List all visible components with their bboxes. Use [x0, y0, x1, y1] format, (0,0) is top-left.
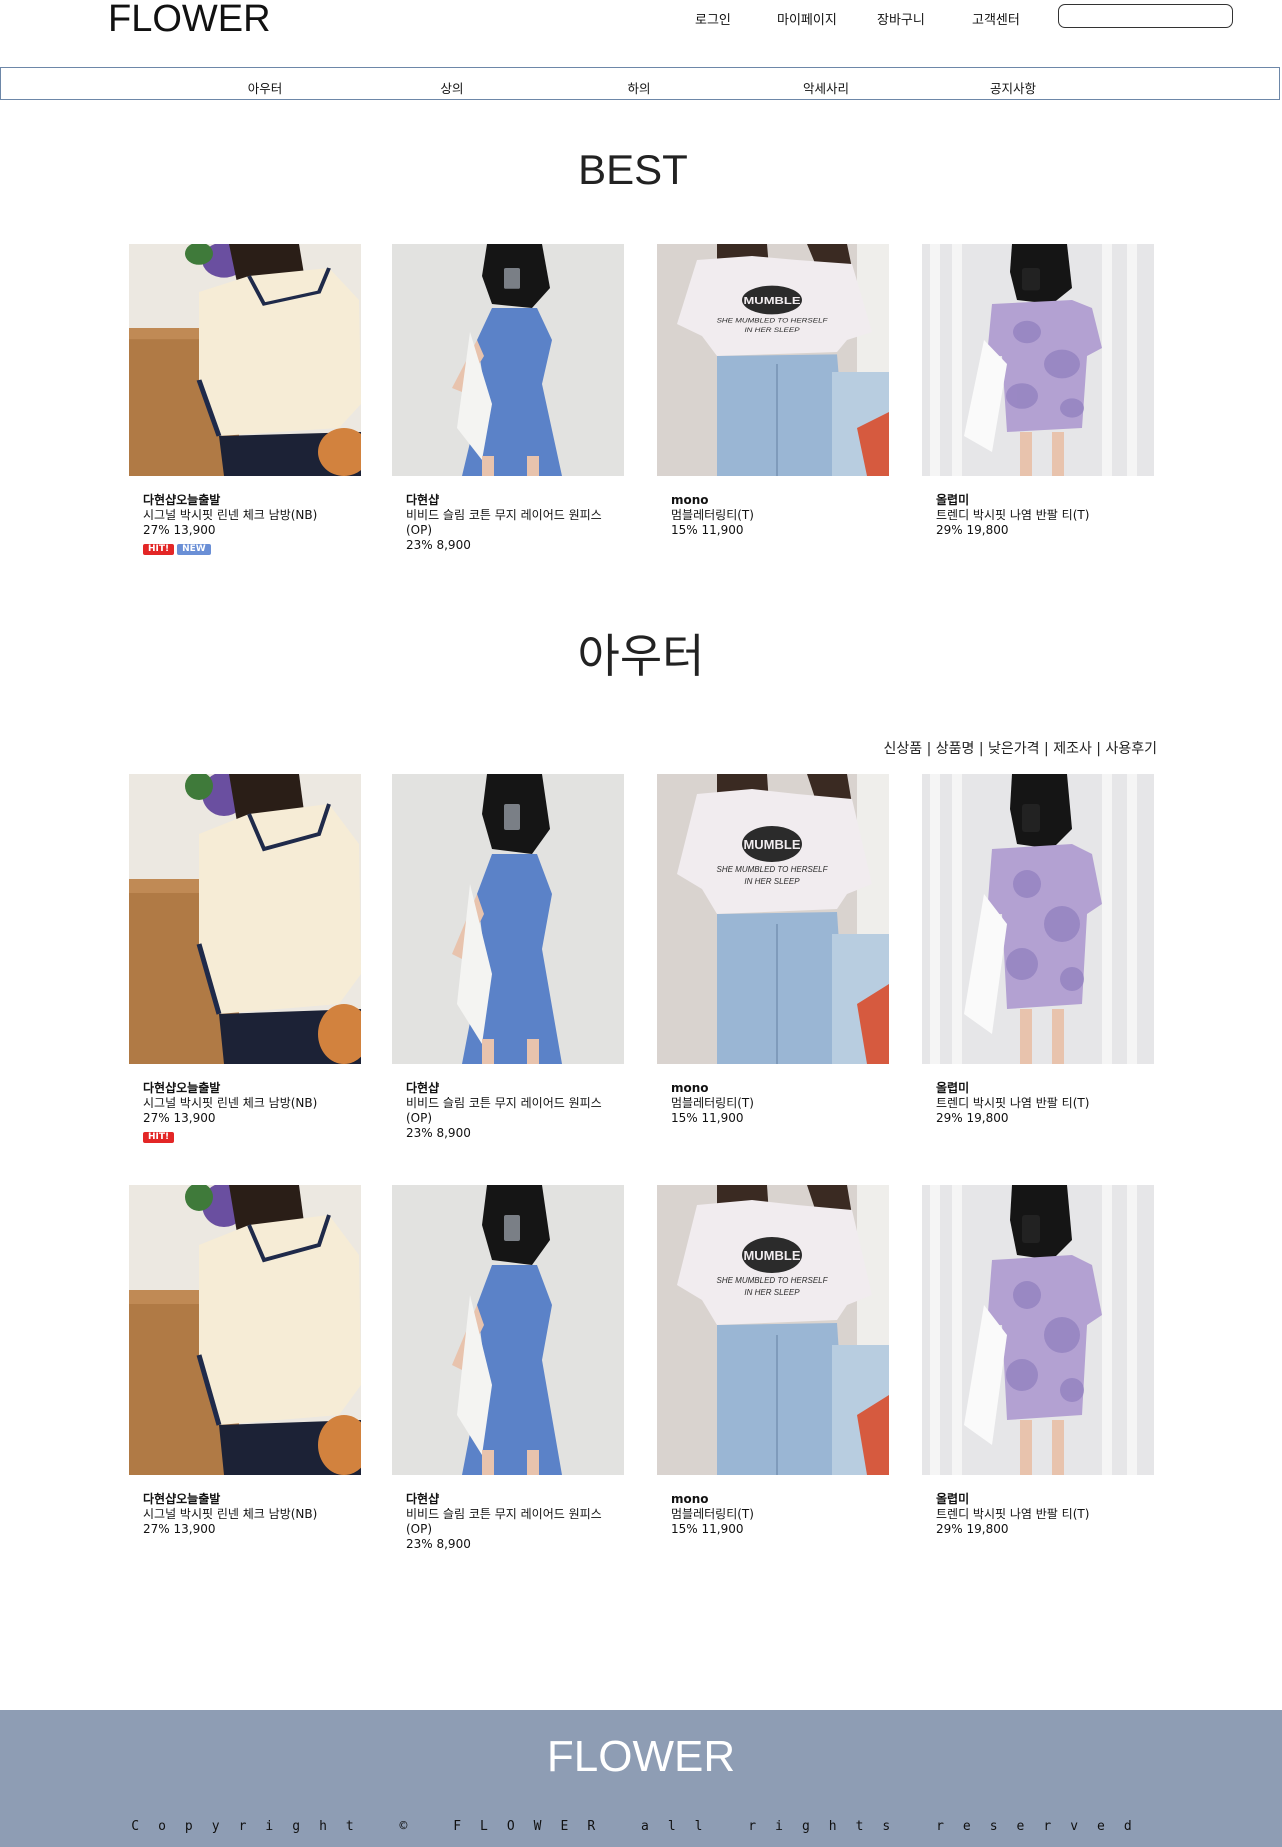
footer-logo: FLOWER [546, 1732, 736, 1781]
product-image[interactable] [392, 244, 624, 476]
product-image[interactable] [657, 1185, 889, 1475]
product-card[interactable]: 다현샵오늘출발 시그널 박시핏 린넨 체크 남방(NB) 27% 13,900 … [129, 244, 361, 555]
product-price: 15% 11,900 [671, 1111, 744, 1125]
product-brand: 올렵미 [936, 493, 970, 507]
nav-customer-center-link[interactable]: 고객센터 [972, 9, 1020, 28]
product-brand: 다현샵 [406, 1492, 440, 1506]
product-image[interactable] [657, 774, 889, 1064]
product-image[interactable] [922, 1185, 1154, 1475]
product-name[interactable]: 시그널 박시핏 린넨 체크 남방(NB) [143, 1507, 361, 1522]
category-nav-bar: 아우터 상의 하의 악세사리 공지사항 [0, 67, 1280, 100]
sort-maker-link[interactable]: 제조사 [1053, 741, 1092, 757]
product-image[interactable] [922, 244, 1154, 476]
product-price: 27% 13,900 [143, 1111, 216, 1125]
product-price: 29% 19,800 [936, 1522, 1009, 1536]
product-image[interactable] [392, 774, 624, 1064]
product-price: 23% 8,900 [406, 538, 471, 552]
product-image[interactable] [657, 244, 889, 476]
product-card[interactable]: 다현샵 비비드 슬림 코튼 무지 레이어드 원피스(OP) 23% 8,900 [392, 774, 624, 1141]
best-section-title: BEST [578, 146, 688, 193]
product-price: 29% 19,800 [936, 523, 1009, 537]
product-price: 27% 13,900 [143, 523, 216, 537]
footer-copyright: Copyright © FLOWER all rights reserved [131, 1819, 1151, 1834]
product-card[interactable]: 다현샵오늘출발 시그널 박시핏 린넨 체크 남방(NB) 27% 13,900 [129, 1185, 361, 1537]
sort-options: 신상품 | 상품명 | 낮은가격 | 제조사 | 사용후기 [883, 741, 1157, 757]
product-name[interactable]: 멈블레터링티(T) [671, 1507, 889, 1522]
product-brand: 올렵미 [936, 1081, 970, 1095]
category-outer[interactable]: 아우터 [248, 78, 283, 97]
product-image[interactable] [129, 774, 361, 1064]
product-image[interactable] [129, 1185, 361, 1475]
product-price: 23% 8,900 [406, 1126, 471, 1140]
nav-cart-link[interactable]: 장바구니 [877, 9, 925, 28]
product-name[interactable]: 비비드 슬림 코튼 무지 레이어드 원피스(OP) [406, 1507, 624, 1537]
sort-review-link[interactable]: 사용후기 [1105, 741, 1157, 757]
sort-low-price-link[interactable]: 낮은가격 [988, 741, 1040, 757]
product-card[interactable]: mono 멈블레터링티(T) 15% 11,900 [657, 1185, 889, 1537]
product-brand: 다현샵오늘출발 [143, 493, 221, 507]
category-bottom[interactable]: 하의 [627, 78, 650, 97]
outer-section-title: 아우터 [577, 630, 705, 682]
product-card[interactable]: 올렵미 트렌디 박시핏 나염 반팔 티(T) 29% 19,800 [922, 244, 1154, 538]
product-name[interactable]: 트렌디 박시핏 나염 반팔 티(T) [936, 1507, 1154, 1522]
nav-mypage-link[interactable]: 마이페이지 [777, 9, 837, 28]
product-card[interactable]: 올렵미 트렌디 박시핏 나염 반팔 티(T) 29% 19,800 [922, 774, 1154, 1126]
product-name[interactable]: 비비드 슬림 코튼 무지 레이어드 원피스(OP) [406, 1096, 624, 1126]
product-card[interactable]: 다현샵 비비드 슬림 코튼 무지 레이어드 원피스(OP) 23% 8,900 [392, 244, 624, 553]
product-name[interactable]: 시그널 박시핏 린넨 체크 남방(NB) [143, 1096, 361, 1111]
product-brand: 올렵미 [936, 1492, 970, 1506]
product-card[interactable]: mono 멈블레터링티(T) 15% 11,900 [657, 244, 889, 538]
product-card[interactable]: 다현샵오늘출발 시그널 박시핏 린넨 체크 남방(NB) 27% 13,900 … [129, 774, 361, 1143]
hit-badge: HIT! [143, 544, 175, 555]
product-price: 15% 11,900 [671, 1522, 744, 1536]
product-brand: mono [671, 493, 709, 507]
product-price: 15% 11,900 [671, 523, 744, 537]
product-brand: 다현샵오늘출발 [143, 1492, 221, 1506]
product-brand: 다현샵오늘출발 [143, 1081, 221, 1095]
product-name[interactable]: 멈블레터링티(T) [671, 1096, 889, 1111]
product-card[interactable]: mono 멈블레터링티(T) 15% 11,900 [657, 774, 889, 1126]
product-brand: mono [671, 1492, 709, 1506]
sort-name-link[interactable]: 상품명 [936, 741, 975, 757]
product-price: 29% 19,800 [936, 1111, 1009, 1125]
category-accessories[interactable]: 악세사리 [803, 78, 849, 97]
nav-login-link[interactable]: 로그인 [695, 9, 731, 28]
product-card[interactable]: 다현샵 비비드 슬림 코튼 무지 레이어드 원피스(OP) 23% 8,900 [392, 1185, 624, 1552]
product-image[interactable] [129, 244, 361, 476]
product-price: 23% 8,900 [406, 1537, 471, 1551]
search-input[interactable] [1058, 4, 1233, 28]
category-top[interactable]: 상의 [440, 78, 463, 97]
product-name[interactable]: 트렌디 박시핏 나염 반팔 티(T) [936, 1096, 1154, 1111]
footer: FLOWER Copyright © FLOWER all rights res… [0, 1710, 1282, 1847]
product-brand: 다현샵 [406, 1081, 440, 1095]
product-image[interactable] [392, 1185, 624, 1475]
new-badge: NEW [177, 544, 211, 555]
product-image[interactable] [922, 774, 1154, 1064]
product-name[interactable]: 시그널 박시핏 린넨 체크 남방(NB) [143, 508, 361, 523]
product-brand: 다현샵 [406, 493, 440, 507]
product-brand: mono [671, 1081, 709, 1095]
site-logo[interactable]: FLOWER [108, 0, 271, 41]
product-card[interactable]: 올렵미 트렌디 박시핏 나염 반팔 티(T) 29% 19,800 [922, 1185, 1154, 1537]
sort-new-link[interactable]: 신상품 [884, 741, 923, 757]
hit-badge: HIT! [143, 1132, 175, 1143]
product-name[interactable]: 트렌디 박시핏 나염 반팔 티(T) [936, 508, 1154, 523]
category-notice[interactable]: 공지사항 [990, 78, 1036, 97]
product-price: 27% 13,900 [143, 1522, 216, 1536]
product-name[interactable]: 멈블레터링티(T) [671, 508, 889, 523]
product-name[interactable]: 비비드 슬림 코튼 무지 레이어드 원피스(OP) [406, 508, 624, 538]
